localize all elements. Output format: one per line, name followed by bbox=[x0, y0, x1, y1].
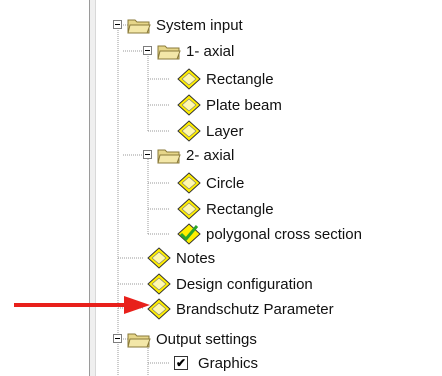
tree-item-circle[interactable]: Circle bbox=[176, 170, 244, 196]
tree-item-label: Circle bbox=[206, 174, 245, 192]
tree-item-label: Layer bbox=[206, 122, 244, 140]
diamond-icon bbox=[177, 198, 201, 220]
tree-item-system-input[interactable]: System input bbox=[126, 12, 243, 38]
tree-item-graphics[interactable]: ✔ Graphics bbox=[168, 350, 258, 376]
tree-item-label: Rectangle bbox=[206, 200, 274, 218]
tree-item-label: Graphics bbox=[198, 354, 259, 372]
tree-item-output-settings[interactable]: Output settings bbox=[126, 326, 257, 352]
tree-item-rectangle-2[interactable]: Rectangle bbox=[176, 196, 274, 222]
diamond-icon bbox=[177, 68, 201, 90]
tree-view[interactable]: System input 1- axial Rectangle Plate be… bbox=[96, 0, 442, 376]
collapse-system-input-icon[interactable] bbox=[113, 20, 122, 29]
tree-item-label: Notes bbox=[176, 249, 216, 267]
tree-item-axial2[interactable]: 2- axial bbox=[156, 142, 234, 168]
tree-item-label: System input bbox=[156, 16, 243, 34]
tree-item-label: 2- axial bbox=[186, 146, 235, 164]
folder-open-icon bbox=[157, 149, 181, 164]
tree-item-brandschutz-parameter[interactable]: Brandschutz Parameter bbox=[146, 296, 334, 322]
tree-item-rectangle-1[interactable]: Rectangle bbox=[176, 66, 274, 92]
tree-item-notes[interactable]: Notes bbox=[146, 245, 215, 271]
folder-open-icon bbox=[157, 45, 181, 60]
collapse-axial1-icon[interactable] bbox=[143, 46, 152, 55]
tree-item-polygonal-cross-section[interactable]: polygonal cross section bbox=[176, 221, 362, 247]
tree-item-label: Brandschutz Parameter bbox=[176, 300, 334, 318]
tree-item-axial1[interactable]: 1- axial bbox=[156, 38, 234, 64]
red-arrow-icon bbox=[14, 296, 150, 314]
tree-item-label: Plate beam bbox=[206, 96, 282, 114]
collapse-axial2-icon[interactable] bbox=[143, 150, 152, 159]
tree-item-label: Rectangle bbox=[206, 70, 274, 88]
tree-item-label: Output settings bbox=[156, 330, 257, 348]
folder-open-icon bbox=[127, 333, 151, 348]
tree-item-label: 1- axial bbox=[186, 42, 235, 60]
diamond-icon bbox=[177, 172, 201, 194]
diamond-icon bbox=[177, 120, 201, 142]
diamond-icon bbox=[177, 94, 201, 116]
tree-item-layer[interactable]: Layer bbox=[176, 118, 244, 144]
tree-item-plate-beam[interactable]: Plate beam bbox=[176, 92, 282, 118]
diamond-icon bbox=[147, 247, 171, 269]
panel-left-border bbox=[89, 0, 96, 376]
graphics-checkbox[interactable]: ✔ bbox=[174, 356, 188, 370]
folder-open-icon bbox=[127, 19, 151, 34]
tree-item-design-configuration[interactable]: Design configuration bbox=[146, 271, 313, 297]
tree-item-label: polygonal cross section bbox=[206, 225, 362, 243]
tree-item-label: Design configuration bbox=[176, 275, 313, 293]
diamond-checkmark-icon bbox=[177, 223, 201, 245]
collapse-output-settings-icon[interactable] bbox=[113, 334, 122, 343]
